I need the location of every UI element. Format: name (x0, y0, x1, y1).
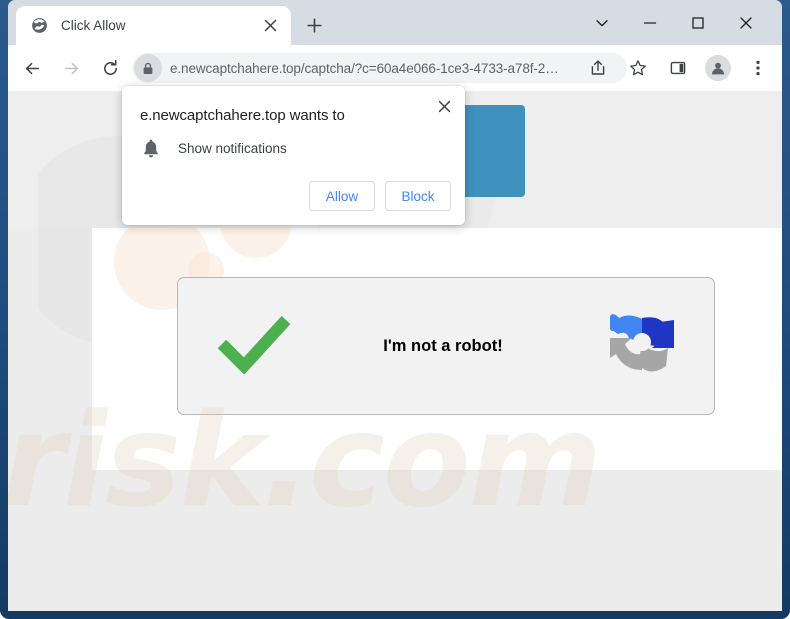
maximize-button[interactable] (674, 6, 722, 39)
profile-avatar-button[interactable] (703, 53, 733, 83)
dialog-actions: Allow Block (309, 181, 451, 211)
share-icon[interactable] (583, 53, 613, 83)
back-button[interactable] (17, 53, 47, 83)
close-window-button[interactable] (722, 6, 770, 39)
reload-icon (103, 59, 117, 75)
tab-title: Click Allow (61, 18, 126, 33)
captcha-widget[interactable]: I'm not a robot! (177, 277, 715, 415)
forward-arrow-icon (64, 62, 78, 74)
content-panel: I'm not a robot! (92, 186, 782, 470)
tab-search-button[interactable] (578, 6, 626, 39)
block-button[interactable]: Block (385, 181, 451, 211)
toolbar-actions (578, 53, 778, 83)
green-checkmark-icon (216, 312, 292, 381)
bell-icon (140, 137, 162, 159)
allow-button[interactable]: Allow (309, 181, 375, 211)
minimize-icon (643, 21, 657, 24)
close-icon (740, 16, 752, 29)
permission-label: Show notifications (178, 140, 287, 156)
globe-icon (31, 17, 48, 34)
browser-toolbar: e.newcaptchahere.top/captcha/?c=60a4e066… (8, 45, 782, 91)
more-menu-icon[interactable] (743, 53, 773, 83)
new-tab-button[interactable] (300, 11, 328, 39)
browser-window: Click Allow e.newcaptchahere.top/captcha… (0, 0, 790, 619)
notification-permission-dialog: e.newcaptchahere.top wants to Show notif… (122, 86, 465, 225)
captcha-label: I'm not a robot! (383, 336, 503, 355)
browser-tab[interactable]: Click Allow (16, 6, 291, 45)
refresh-arrows-icon (604, 308, 680, 385)
plus-icon (306, 17, 322, 33)
bookmark-star-icon[interactable] (623, 53, 653, 83)
maximize-icon (692, 16, 704, 29)
reload-button[interactable] (95, 53, 125, 83)
chevron-down-icon (596, 19, 608, 26)
window-controls (578, 6, 783, 39)
forward-button[interactable] (56, 53, 86, 83)
avatar (705, 55, 731, 81)
close-tab-icon[interactable] (258, 14, 282, 38)
permission-row: Show notifications (140, 137, 287, 159)
minimize-button[interactable] (626, 6, 674, 39)
lock-icon[interactable] (134, 54, 162, 82)
tab-strip: Click Allow (8, 0, 782, 45)
address-bar[interactable]: e.newcaptchahere.top/captcha/?c=60a4e066… (132, 53, 627, 83)
dialog-title: e.newcaptchahere.top wants to (140, 107, 345, 124)
address-bar-url: e.newcaptchahere.top/captcha/?c=60a4e066… (170, 60, 559, 76)
close-dialog-icon[interactable] (431, 93, 457, 119)
side-panel-icon[interactable] (663, 53, 693, 83)
back-arrow-icon (25, 62, 39, 74)
